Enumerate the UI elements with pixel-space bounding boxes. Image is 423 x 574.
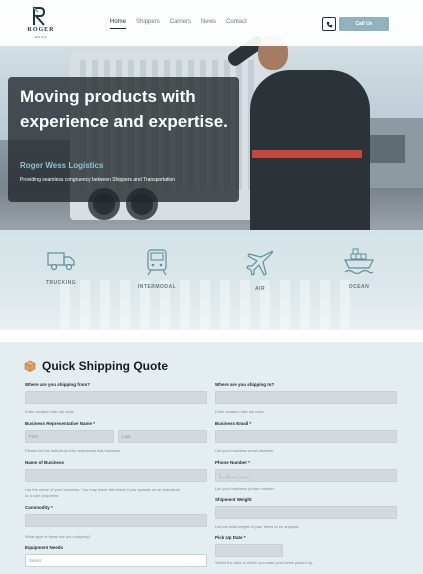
service-air[interactable]: AIR <box>230 248 290 292</box>
pickup-date-label: Pick Up Date * <box>215 535 246 540</box>
equipment-label: Equipment Needs <box>25 545 64 550</box>
nav-contact[interactable]: Contact <box>226 19 247 25</box>
service-label: INTERMODAL <box>137 284 177 290</box>
phone-number-input[interactable]: (___) ___-____ <box>215 469 397 482</box>
pickup-date-input[interactable] <box>215 544 283 557</box>
commodity-label: Commodity * <box>25 505 53 510</box>
call-us-button[interactable]: Call Us <box>339 17 389 31</box>
business-email-hint: List your business email address. <box>215 448 275 453</box>
shipping-from-input[interactable] <box>25 391 207 404</box>
shipping-from-hint: Enter location with zip code <box>25 409 74 414</box>
site-header: ROGER WESS Home Shippers Carriers News C… <box>0 0 423 46</box>
last-name-input[interactable]: Last <box>118 430 207 443</box>
hero-card: Moving products with experience and expe… <box>8 77 239 202</box>
phone-icon <box>326 21 332 27</box>
train-icon <box>147 249 167 276</box>
shipping-from-label: Where are you shipping from? <box>25 382 91 387</box>
commodity-input[interactable] <box>25 514 207 527</box>
service-intermodal[interactable]: INTERMODAL <box>127 248 187 290</box>
first-name-input[interactable]: First <box>25 430 114 443</box>
phone-number-label: Phone Number * <box>215 460 251 465</box>
business-name-label: Name of Business <box>25 460 65 465</box>
service-label: AIR <box>254 286 266 292</box>
logo-subtext: WESS <box>34 35 48 39</box>
pickup-date-hint: Select the date in which you want your i… <box>215 560 314 565</box>
shipment-weight-label: Shipment Weight <box>215 497 252 502</box>
hero-subtitle: Roger Wess Logistics <box>20 161 104 170</box>
main-nav: Home Shippers Carriers News Contact <box>110 19 247 29</box>
package-icon <box>24 360 36 372</box>
phone-number-hint: List your business phone number. <box>215 486 275 491</box>
rep-name-hint: Please list the individual who represent… <box>25 448 122 453</box>
business-email-input[interactable] <box>215 430 397 443</box>
quick-quote-section: Quick Shipping Quote Where are you shipp… <box>0 342 423 574</box>
equipment-select[interactable]: Select <box>25 554 207 567</box>
services-band: TRUCKING INTERMODAL AIR OCEAN <box>0 230 423 330</box>
logo-text: ROGER <box>27 27 55 33</box>
shipment-weight-input[interactable] <box>215 506 397 519</box>
truck-icon <box>47 252 75 271</box>
shipping-to-hint: Enter location with zip code <box>215 409 264 414</box>
business-name-hint-2: or a sole proprietor. <box>25 493 60 498</box>
shipping-to-input[interactable] <box>215 391 397 404</box>
nav-carriers[interactable]: Carriers <box>170 19 191 25</box>
phone-button[interactable] <box>322 17 336 31</box>
rep-name-label: Business Representative Name * <box>25 421 96 426</box>
business-name-hint: List the name of your business. You may … <box>25 487 180 492</box>
nav-home[interactable]: Home <box>110 19 127 29</box>
hero-worker-stripe <box>252 150 362 158</box>
hero-description: Providing seamless congruency between Sh… <box>20 177 176 183</box>
service-trucking[interactable]: TRUCKING <box>31 248 91 286</box>
nav-shippers[interactable]: Shippers <box>136 19 160 25</box>
nav-news[interactable]: News <box>201 19 216 25</box>
logo-r-icon <box>33 7 46 26</box>
service-label: TRUCKING <box>45 280 77 286</box>
site-logo[interactable]: ROGER WESS <box>24 6 58 42</box>
shipment-weight-hint: List the total weight of your items to b… <box>215 524 300 529</box>
business-email-label: Business Email * <box>215 421 252 426</box>
service-label: OCEAN <box>348 284 370 290</box>
commodity-hint: What type of items are you shipping? <box>25 534 91 539</box>
airplane-icon <box>246 250 273 276</box>
quote-title: Quick Shipping Quote <box>42 359 168 373</box>
service-ocean[interactable]: OCEAN <box>329 248 389 290</box>
hero-title: Moving products with experience and expe… <box>20 87 228 131</box>
shipping-to-label: Where are you shipping to? <box>215 382 275 387</box>
ship-icon <box>344 248 374 275</box>
quote-header: Quick Shipping Quote <box>24 359 168 373</box>
business-name-input[interactable] <box>25 469 207 482</box>
